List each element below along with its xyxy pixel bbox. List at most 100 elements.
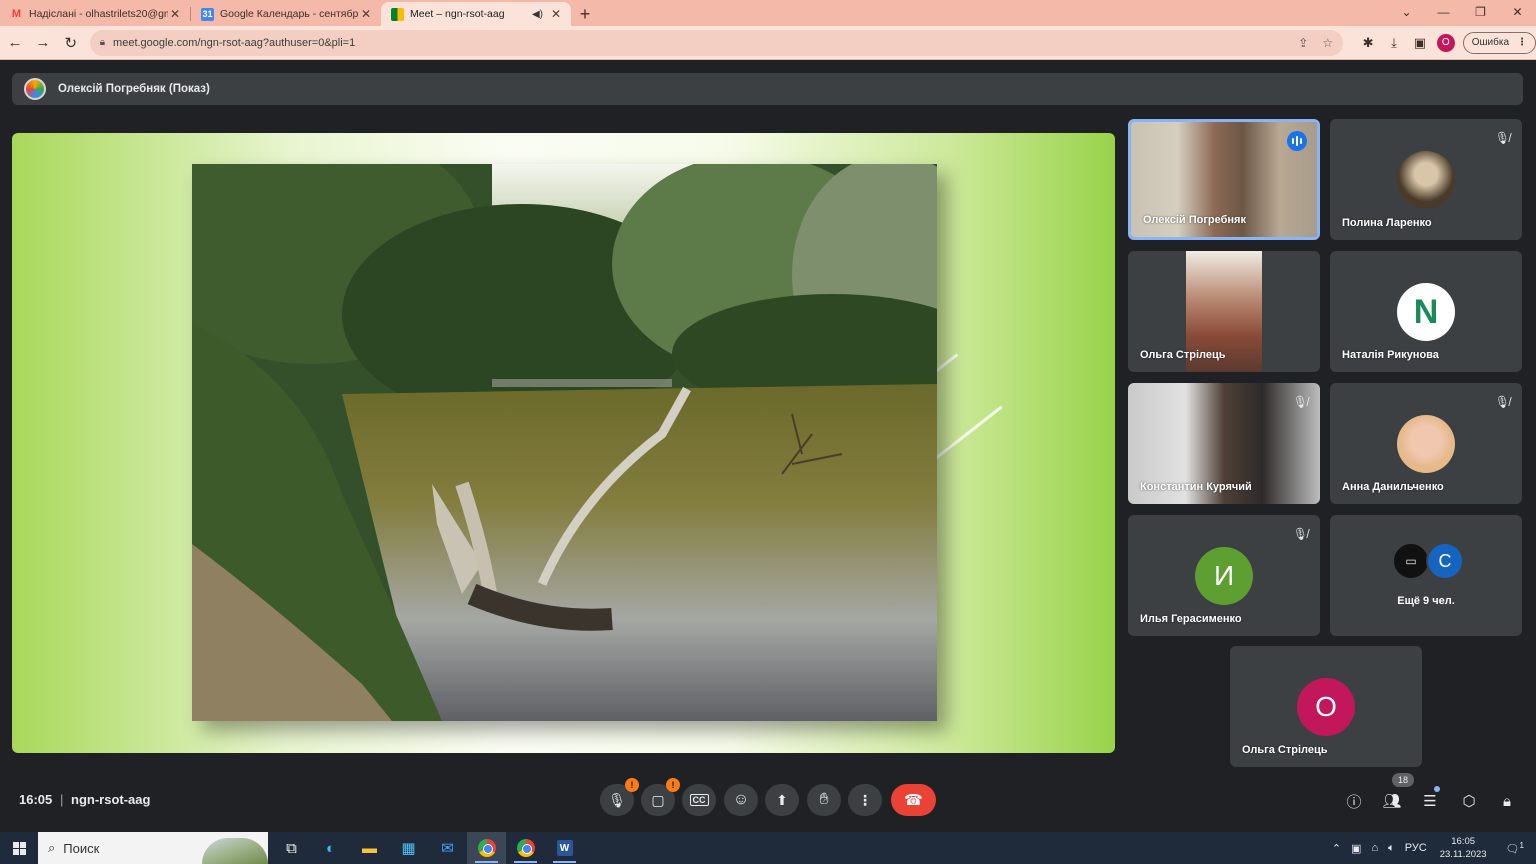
participant-tile[interactable]: 🎙︎̸ Полина Ларенко [1330, 119, 1522, 240]
taskbar-word[interactable]: W [545, 832, 584, 864]
language-indicator[interactable]: РУС [1405, 842, 1427, 854]
participant-tile[interactable]: Олексій Погребняк [1128, 119, 1320, 240]
bookmark-star-icon[interactable]: ☆ [1322, 36, 1333, 50]
close-icon[interactable]: ✕ [168, 7, 182, 21]
side-panel-icon[interactable]: ▣ [1407, 30, 1433, 56]
end-call-button[interactable]: ☎︎ [891, 784, 936, 816]
taskbar-explorer[interactable]: ▬ [350, 832, 389, 864]
reload-icon[interactable]: ↻ [58, 30, 84, 56]
mic-off-icon: 🎙︎̸ [1292, 395, 1308, 409]
host-controls-button[interactable]: 🔒︎ [1494, 788, 1520, 814]
people-button[interactable]: 👥︎ [1379, 788, 1405, 814]
meeting-info-button[interactable]: ⓘ [1341, 788, 1367, 814]
download-icon[interactable]: ⤓ [1381, 30, 1407, 56]
taskbar-store[interactable]: ▦ [389, 832, 428, 864]
restore-icon[interactable]: ❐ [1462, 0, 1499, 24]
activities-button[interactable]: ⬡ [1456, 788, 1482, 814]
participant-name: Ольга Стрілець [1140, 349, 1226, 361]
windows-taskbar: ⌕ Поиск ⧉ ◐ ▬ ▦ ✉ W ⌃ ▣ ⌂ 🔈︎ РУС 16:05 2… [0, 832, 1536, 864]
participant-tile[interactable]: И 🎙︎̸ Илья Герасименко [1128, 515, 1320, 636]
share-icon[interactable]: ⇪ [1298, 36, 1308, 50]
task-view-button[interactable]: ⧉ [272, 832, 311, 864]
more-options-button[interactable]: ⋮ [848, 784, 882, 816]
chevron-up-icon[interactable]: ⌃ [1332, 842, 1341, 855]
participant-avatar: O [1297, 678, 1355, 736]
participant-name: Полина Ларенко [1342, 217, 1432, 229]
back-icon[interactable]: ← [2, 30, 28, 56]
url-text[interactable]: meet.google.com/ngn-rsot-aag?authuser=0&… [113, 37, 1284, 49]
mic-off-icon: 🎙︎̸ [1494, 395, 1510, 409]
taskbar-mail[interactable]: ✉ [428, 832, 467, 864]
tab-gmail[interactable]: M Надіслані - olhastrilets20@gmail.com ✕ [0, 2, 190, 26]
taskbar-edge[interactable]: ◐ [311, 832, 350, 864]
mic-off-icon: 🎙︎̸ [1494, 131, 1510, 145]
participant-tile[interactable]: N Наталія Рикунова [1330, 251, 1522, 372]
chat-button[interactable]: ☰ [1417, 788, 1443, 814]
tab-title: Google Календарь - сентябрь 2023 [220, 8, 359, 20]
menu-dots-icon[interactable]: ⋮ [1517, 37, 1527, 48]
present-screen-button[interactable]: ⬆ [765, 784, 799, 816]
more-participants-tile[interactable]: ▭ C Ещё 9 чел. [1330, 515, 1522, 636]
meet-control-bar: 16:05 | ngn-rsot-aag 🎙︎ ! ▢ ! CC ☺ ⬆ ✋︎ … [0, 770, 1536, 830]
lock-icon[interactable]: 🔒︎ [100, 37, 105, 48]
chrome-icon [477, 839, 496, 857]
edge-icon: ◐ [325, 839, 336, 857]
tab-title: Meet – ngn-rsot-aag [410, 8, 505, 20]
more-vert-icon: ⋮ [858, 791, 872, 808]
forward-icon[interactable]: → [30, 30, 56, 56]
tab-meet[interactable]: Meet – ngn-rsot-aag ◀) ✕ [381, 2, 571, 26]
taskbar-chrome-2[interactable] [506, 832, 545, 864]
emoji-icon: ☺ [732, 791, 750, 808]
captions-button[interactable]: CC [682, 784, 716, 816]
participant-tile[interactable]: Ольга Стрілець [1128, 251, 1320, 372]
meeting-code: ngn-rsot-aag [71, 792, 151, 807]
participant-tile[interactable]: 🎙︎̸ Константин Курячий [1128, 383, 1320, 504]
notifications-icon[interactable]: 🗨︎1 [1506, 841, 1524, 856]
start-button[interactable] [0, 832, 38, 864]
camera-button[interactable]: ▢ ! [641, 778, 680, 816]
people-icon: 👥︎ [1382, 793, 1402, 810]
profile-avatar[interactable]: O [1436, 33, 1455, 52]
presenter-label: Олексій Погребняк (Показ) [58, 83, 210, 95]
chat-notification-dot [1434, 786, 1440, 792]
system-tray: ⌃ ▣ ⌂ 🔈︎ РУС 16:05 23.11.2023 🗨︎1 [1327, 832, 1536, 864]
search-highlight-image [202, 838, 268, 864]
close-icon[interactable]: ✕ [359, 7, 373, 21]
speaker-icon[interactable]: ◀) [532, 9, 543, 20]
extensions-icon[interactable]: ✱ [1355, 30, 1381, 56]
hand-icon: ✋︎ [819, 791, 829, 808]
tab-search-icon[interactable]: ⌄ [1388, 0, 1425, 24]
volume-icon[interactable]: 🔈︎ [1388, 842, 1395, 855]
participant-name: Олексій Погребняк [1143, 214, 1246, 226]
presentation-stage[interactable] [12, 133, 1115, 753]
taskbar-clock[interactable]: 16:05 23.11.2023 [1440, 835, 1487, 861]
tray-app-icon[interactable]: ▣ [1351, 842, 1361, 855]
close-icon[interactable]: ✕ [549, 7, 563, 21]
participant-name: Ольга Стрілець [1242, 744, 1328, 756]
raise-hand-button[interactable]: ✋︎ [807, 784, 841, 816]
mail-icon: ✉ [441, 840, 454, 857]
participant-tile[interactable]: O Ольга Стрілець [1230, 646, 1422, 767]
warning-badge-icon: ! [625, 778, 639, 792]
store-icon: ▦ [401, 840, 416, 857]
new-tab-button[interactable]: + [571, 2, 599, 26]
hang-up-icon: ☎︎ [904, 792, 923, 809]
microphone-button[interactable]: 🎙︎ ! [600, 778, 639, 816]
network-icon[interactable]: ⌂ [1371, 842, 1378, 854]
activities-icon: ⬡ [1462, 793, 1476, 810]
taskbar-chrome[interactable] [467, 832, 506, 864]
taskbar-search[interactable]: ⌕ Поиск [38, 832, 268, 864]
participant-tile[interactable]: 🎙︎̸ Анна Данильченко [1330, 383, 1522, 504]
speaking-indicator-icon [1287, 131, 1307, 151]
word-icon: W [556, 840, 573, 856]
close-window-icon[interactable]: ✕ [1499, 0, 1536, 24]
error-button[interactable]: Ошибка ⋮ [1462, 31, 1536, 54]
tab-calendar[interactable]: 31 Google Календарь - сентябрь 2023 ✕ [191, 2, 381, 26]
browser-toolbar: ← → ↻ 🔒︎ meet.google.com/ngn-rsot-aag?au… [0, 26, 1536, 60]
meeting-separator: | [60, 792, 64, 807]
reactions-button[interactable]: ☺ [724, 784, 758, 816]
info-icon: ⓘ [1346, 793, 1362, 811]
address-bar[interactable]: 🔒︎ meet.google.com/ngn-rsot-aag?authuser… [89, 29, 1344, 56]
minimize-icon[interactable]: — [1425, 0, 1462, 24]
participant-name: Анна Данильченко [1342, 481, 1444, 493]
